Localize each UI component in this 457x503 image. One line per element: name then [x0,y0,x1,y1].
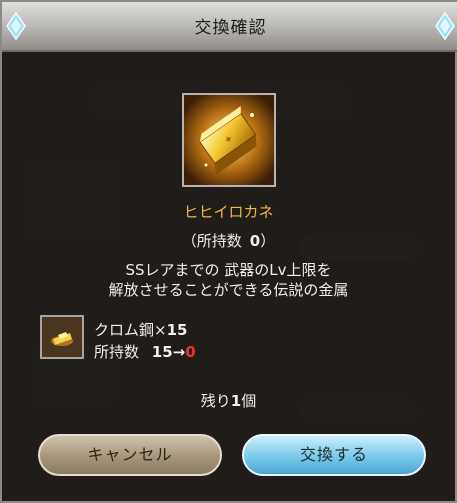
item-owned-count: （所持数 0） [2,230,455,251]
item-name: ヒヒイロカネ [183,203,274,221]
diamond-ornament-icon [435,12,455,40]
remaining-value: 1 [230,392,242,410]
owned-count-value: 0 [249,232,261,250]
exchange-confirm-dialog: 交換確認 ✦ ヒヒイロカネ （所持数 0） SSレアまでの 武器のLv上限を 解… [0,0,457,503]
remaining-prefix: 残り [200,392,231,410]
material-cost: クロム鋼×15 [94,319,187,340]
remaining-count: 残り1個 [2,390,455,411]
material-image-frame [40,315,84,359]
material-owned-after: 0 [185,343,196,361]
gold-ingot-icon: ✦ [184,95,274,185]
material-owned: 所持数 15→0 [94,341,196,362]
item-description: SSレアまでの 武器のLv上限を 解放させることができる伝説の金属 [2,260,455,300]
owned-prefix: （所持数 [181,232,242,250]
material-name: クロム鋼× [94,321,167,339]
chrome-steel-icon [42,317,82,357]
material-owned-before: 15→ [151,343,186,361]
owned-suffix: ） [260,232,276,250]
dialog-title: 交換確認 [194,18,267,38]
remaining-suffix: 個 [241,392,257,410]
description-line-2: 解放させることができる伝説の金属 [108,281,349,299]
item-image-frame: ✦ [182,93,276,187]
cancel-button[interactable]: キャンセル [38,434,222,476]
confirm-exchange-button[interactable]: 交換する [242,434,426,476]
material-owned-label: 所持数 [94,343,140,361]
material-qty: 15 [166,321,188,339]
description-line-1: SSレアまでの 武器のLv上限を [125,261,332,279]
dialog-titlebar: 交換確認 [2,2,457,52]
